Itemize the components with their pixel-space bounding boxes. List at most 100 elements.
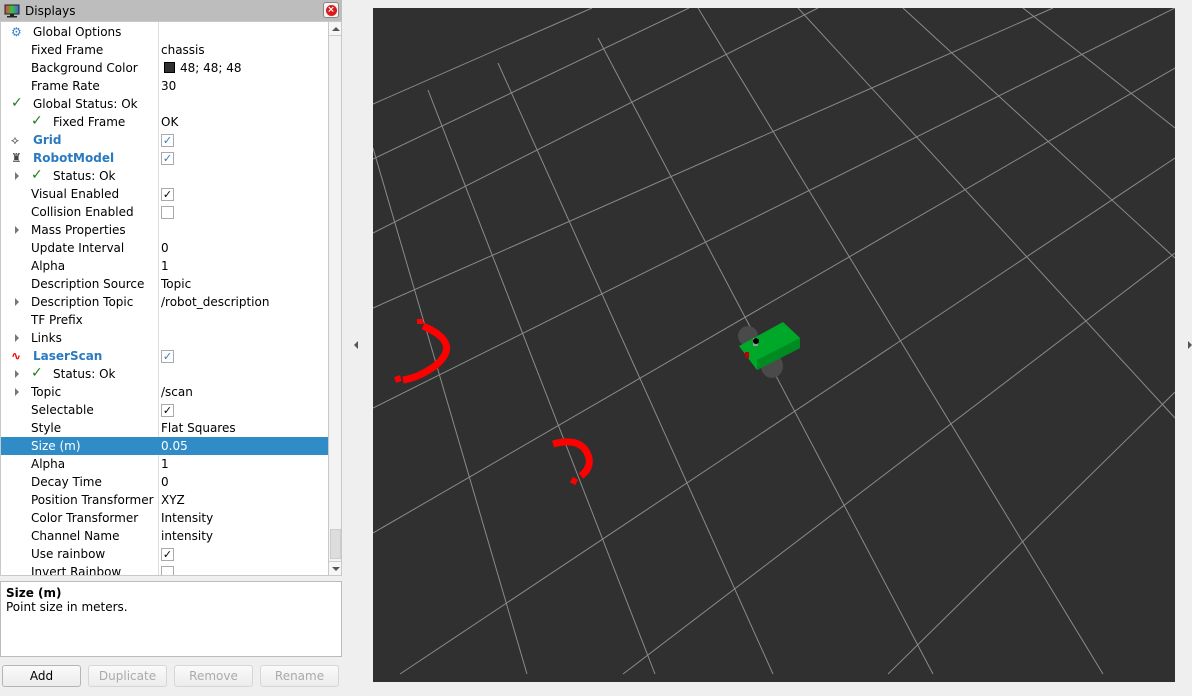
property-checkbox[interactable] xyxy=(161,566,174,575)
expand-arrow-icon[interactable] xyxy=(15,370,19,378)
property-checkbox[interactable]: ✓ xyxy=(161,404,174,417)
check-icon: ✓ xyxy=(11,95,23,111)
expand-arrow-icon[interactable] xyxy=(15,172,19,180)
tree-row[interactable]: Frame Rate 30 xyxy=(1,77,328,95)
tree-row[interactable]: Update Interval 0 xyxy=(1,239,328,257)
property-value[interactable]: /robot_description xyxy=(161,295,269,309)
tree-row[interactable]: Invert Rainbow xyxy=(1,563,328,576)
property-checkbox[interactable]: ✓ xyxy=(161,548,174,561)
tree-row[interactable]: Alpha 1 xyxy=(1,257,328,275)
property-checkbox[interactable]: ✓ xyxy=(161,152,174,165)
tree-row[interactable]: Fixed Frame chassis xyxy=(1,41,328,59)
tree-row[interactable]: Description Source Topic xyxy=(1,275,328,293)
color-value: 48; 48; 48 xyxy=(180,61,242,75)
displays-tree[interactable]: ⚙ Global Options Fixed Frame chassis Backgro… xyxy=(0,21,342,576)
tree-row[interactable]: Visual Enabled ✓ xyxy=(1,185,328,203)
property-label: Fixed Frame xyxy=(31,43,104,57)
grid-line xyxy=(373,147,528,675)
tree-row[interactable]: Collision Enabled xyxy=(1,203,328,221)
tree-row[interactable]: ✓ Global Status: Ok xyxy=(1,95,328,113)
property-checkbox[interactable]: ✓ xyxy=(161,188,174,201)
property-label: RobotModel xyxy=(33,151,115,165)
property-value[interactable]: OK xyxy=(161,115,178,129)
expand-arrow-icon[interactable] xyxy=(15,298,19,306)
property-label: Alpha xyxy=(31,259,66,273)
property-checkbox[interactable]: ✓ xyxy=(161,134,174,147)
tree-row[interactable]: Selectable ✓ xyxy=(1,401,328,419)
tree-row[interactable]: Position Transformer XYZ xyxy=(1,491,328,509)
tree-row[interactable]: ✓ Fixed Frame OK xyxy=(1,113,328,131)
add-button[interactable]: Add xyxy=(2,665,81,687)
property-label: Topic xyxy=(31,385,62,399)
tree-row[interactable]: Decay Time 0 xyxy=(1,473,328,491)
grid-line xyxy=(399,157,1175,675)
tree-row[interactable]: Color Transformer Intensity xyxy=(1,509,328,527)
property-description: Size (m) Point size in meters. xyxy=(0,581,342,657)
laser-scan-point xyxy=(394,375,402,383)
property-label: Global Status: Ok xyxy=(33,97,138,111)
property-value[interactable]: 0.05 xyxy=(161,439,188,453)
expand-arrow-icon[interactable] xyxy=(15,388,19,396)
color-swatch[interactable] xyxy=(164,62,175,73)
robot-marker xyxy=(745,352,749,358)
property-value[interactable]: /scan xyxy=(161,385,193,399)
tree-row[interactable]: Background Color 48; 48; 48 xyxy=(1,59,328,77)
tree-row[interactable]: ∿ LaserScan ✓ xyxy=(1,347,328,365)
grid-line xyxy=(373,8,593,105)
property-value[interactable]: XYZ xyxy=(161,493,185,507)
property-label: Channel Name xyxy=(31,529,120,543)
property-label: Mass Properties xyxy=(31,223,126,237)
collapse-left-arrow-icon[interactable] xyxy=(354,341,358,349)
tree-row[interactable]: Size (m) 0.05 xyxy=(1,437,328,455)
property-value[interactable]: Topic xyxy=(161,277,191,291)
scroll-down-button[interactable] xyxy=(329,561,341,575)
property-label: Invert Rainbow xyxy=(31,565,122,576)
scroll-thumb[interactable] xyxy=(330,529,341,559)
close-panel-button[interactable]: × xyxy=(323,2,339,18)
tree-row[interactable]: Style Flat Squares xyxy=(1,419,328,437)
tree-row[interactable]: Channel Name intensity xyxy=(1,527,328,545)
tree-row[interactable]: Links xyxy=(1,329,328,347)
laser-scan-point xyxy=(417,319,423,324)
tree-row[interactable]: Mass Properties xyxy=(1,221,328,239)
tree-scrollbar[interactable] xyxy=(328,22,341,575)
property-value[interactable]: 0 xyxy=(161,475,169,489)
property-label: Visual Enabled xyxy=(31,187,120,201)
tree-row[interactable]: Alpha 1 xyxy=(1,455,328,473)
tree-row[interactable]: ✓ Status: Ok xyxy=(1,167,328,185)
tree-row[interactable]: Description Topic/robot_description xyxy=(1,293,328,311)
property-value[interactable]: 30 xyxy=(161,79,176,93)
property-label: Position Transformer xyxy=(31,493,154,507)
property-value[interactable]: 1 xyxy=(161,259,169,273)
duplicate-button[interactable]: Duplicate xyxy=(88,665,167,687)
property-value[interactable]: Flat Squares xyxy=(161,421,236,435)
property-label: Update Interval xyxy=(31,241,125,255)
expand-arrow-icon[interactable] xyxy=(15,226,19,234)
grid-line xyxy=(497,62,774,675)
property-label: Use rainbow xyxy=(31,547,106,561)
property-checkbox[interactable] xyxy=(161,206,174,219)
tree-row[interactable]: Use rainbow ✓ xyxy=(1,545,328,563)
tree-row[interactable]: ⟡ Grid ✓ xyxy=(1,131,328,149)
tree-row[interactable]: TF Prefix xyxy=(1,311,328,329)
displays-panel-header: Displays × xyxy=(0,0,342,21)
3d-viewport[interactable] xyxy=(373,8,1175,682)
tree-row[interactable]: ♜ RobotModel ✓ xyxy=(1,149,328,167)
tree-row[interactable]: ⚙ Global Options xyxy=(1,23,328,41)
property-value[interactable]: 0 xyxy=(161,241,169,255)
property-value[interactable]: 1 xyxy=(161,457,169,471)
remove-button[interactable]: Remove xyxy=(174,665,253,687)
expand-arrow-icon[interactable] xyxy=(15,334,19,342)
scroll-up-button[interactable] xyxy=(329,22,341,36)
rename-button[interactable]: Rename xyxy=(260,665,339,687)
property-checkbox[interactable]: ✓ xyxy=(161,350,174,363)
property-value[interactable]: chassis xyxy=(161,43,205,57)
property-value[interactable]: 48; 48; 48 xyxy=(161,61,242,75)
tree-row[interactable]: ✓ Status: Ok xyxy=(1,365,328,383)
property-value[interactable]: Intensity xyxy=(161,511,213,525)
tree-row[interactable]: Topic/scan xyxy=(1,383,328,401)
property-label: Description Source xyxy=(31,277,145,291)
collapse-right-arrow-icon[interactable] xyxy=(1188,341,1192,349)
property-value[interactable]: intensity xyxy=(161,529,213,543)
property-label: Alpha xyxy=(31,457,66,471)
